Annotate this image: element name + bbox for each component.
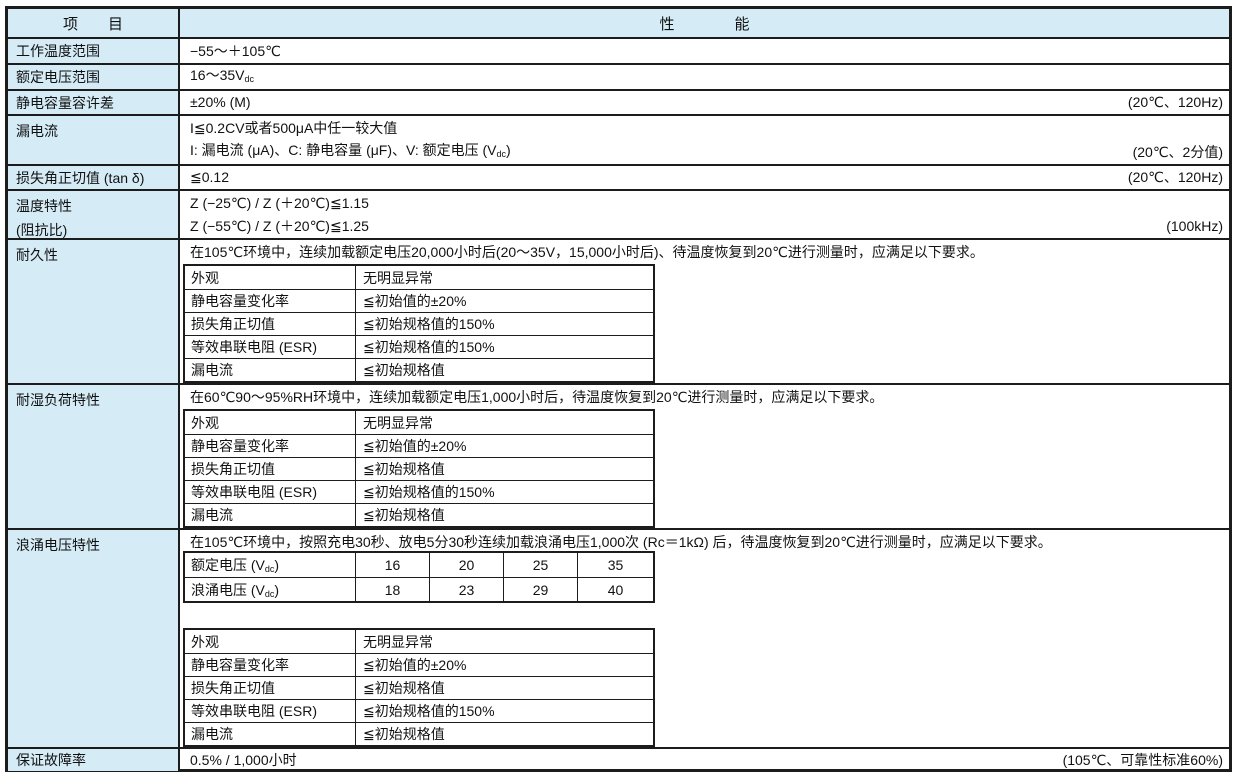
operating-temp-value: −55～＋105℃ [190,39,281,63]
cap-tolerance-value: ±20% (M) [190,91,251,114]
row-surge: 浪涌电压特性 在105℃环境中，按照充电30秒、放电5分30秒连续加载浪涌电压1… [8,528,1229,747]
rated-voltage-value: 25 [504,553,578,577]
criteria-item: 漏电流 [185,504,356,526]
surge-criteria-table: 外观无明显异常 静电容量变化率≦初始值的±20% 损失角正切值≦初始规格值 等效… [183,628,655,747]
cap-tolerance-condition: (20℃、120Hz) [1128,91,1223,114]
criteria-value: ≦初始规格值 [356,458,653,480]
durability-conditions: 在105℃环境中，连续加载额定电压20,000小时后(20～35V，15,000… [180,240,1229,264]
durability-label: 耐久性 [8,240,180,383]
criteria-item: 静电容量变化率 [185,290,356,312]
cap-tolerance-label: 静电容量容许差 [8,91,180,114]
leakage-label: 漏电流 [8,116,180,164]
criteria-item: 损失角正切值 [185,313,356,335]
criteria-item: 外观 [185,266,356,289]
row-rated-voltage: 额定电压范围 16～35Vdc [8,63,1229,89]
rated-voltage-value: 16 [356,553,430,577]
criteria-item: 损失角正切值 [185,677,356,699]
row-durability: 耐久性 在105℃环境中，连续加载额定电压20,000小时后(20～35V，15… [8,238,1229,383]
failure-rate-value: 0.5% / 1,000小时 [190,749,297,771]
surge-spacer [180,603,1229,628]
humidity-criteria-table: 外观无明显异常 静电容量变化率≦初始值的±20% 损失角正切值≦初始规格值 等效… [183,409,655,528]
row-leakage-current: 漏电流 I≦0.2CV或者500μA中任一较大值 I: 漏电流 (μA)、C: … [8,114,1229,164]
surge-voltage-value: 23 [430,578,504,601]
criteria-item: 漏电流 [185,359,356,381]
surge-voltage-value: 18 [356,578,430,601]
criteria-item: 等效串联电阻 (ESR) [185,336,356,358]
criteria-value: ≦初始规格值 [356,504,653,526]
tangent-condition: (20℃、120Hz) [1128,166,1223,189]
criteria-item: 等效串联电阻 (ESR) [185,700,356,722]
criteria-item: 漏电流 [185,723,356,745]
criteria-value: ≦初始规格值的150% [356,481,653,503]
surge-label: 浪涌电压特性 [8,530,180,747]
criteria-value: ≦初始规格值的150% [356,700,653,722]
surge-voltage-value: 29 [504,578,578,601]
criteria-value: 无明显异常 [356,411,653,434]
humidity-conditions: 在60℃90～95%RH环境中，连续加载额定电压1,000小时后，待温度恢复到2… [180,385,1229,409]
leakage-legend: I: 漏电流 (μA)、C: 静电容量 (μF)、V: 额定电压 (Vdc) [190,139,511,164]
criteria-item: 等效串联电阻 (ESR) [185,481,356,503]
temperature-z55: Z (−55℃) / Z (＋20℃)≦1.25 [190,215,369,238]
row-temperature: 温度特性(阻抗比) Z (−25℃) / Z (＋20℃)≦1.15 Z (−5… [8,189,1229,238]
temperature-label: 温度特性(阻抗比) [8,191,180,238]
rated-voltage-value: 16～35Vdc [190,63,254,89]
rated-voltage-value: 35 [578,553,653,577]
criteria-item: 外观 [185,411,356,434]
failure-rate-label: 保证故障率 [8,749,180,771]
rated-voltage-label: 额定电压范围 [8,65,180,89]
criteria-value: 无明显异常 [356,630,653,653]
leakage-formula: I≦0.2CV或者500μA中任一较大值 [190,116,397,141]
temperature-z25: Z (−25℃) / Z (＋20℃)≦1.15 [190,191,369,215]
table-header-row: 项 目 性 能 [8,9,1229,37]
durability-criteria-table: 外观无明显异常 静电容量变化率≦初始值的±20% 损失角正切值≦初始规格值的15… [183,264,655,383]
row-operating-temp: 工作温度范围 −55～＋105℃ [8,37,1229,63]
surge-conditions: 在105℃环境中，按照充电30秒、放电5分30秒连续加载浪涌电压1,000次 (… [180,530,1229,551]
spec-table: 项 目 性 能 工作温度范围 −55～＋105℃ 额定电压范围 16～35Vdc… [5,6,1232,772]
surge-voltage-value: 40 [578,578,653,601]
rated-voltage-value: 20 [430,553,504,577]
criteria-value: ≦初始值的±20% [356,654,653,676]
criteria-item: 外观 [185,630,356,653]
criteria-value: ≦初始规格值的150% [356,336,653,358]
surge-voltage-row: 浪涌电压 (Vdc) 18 23 29 40 [185,577,653,601]
surge-voltage-table: 额定电压 (Vdc) 16 20 25 35 浪涌电压 (Vdc) 18 23 … [183,551,655,603]
criteria-value: ≦初始值的±20% [356,435,653,457]
temperature-condition: (100kHz) [1166,215,1223,238]
failure-rate-condition: (105℃、可靠性标准60%) [1063,749,1223,771]
criteria-value: ≦初始规格值 [356,677,653,699]
row-failure-rate: 保证故障率 0.5% / 1,000小时 (105℃、可靠性标准60%) [8,747,1229,771]
criteria-item: 损失角正切值 [185,458,356,480]
criteria-value: ≦初始规格值的150% [356,313,653,335]
header-performance: 性 能 [180,9,1229,37]
row-tangent: 损失角正切值 (tan δ) ≦0.12 (20℃、120Hz) [8,164,1229,189]
header-item: 项 目 [8,9,180,37]
operating-temp-label: 工作温度范围 [8,39,180,63]
criteria-value: ≦初始值的±20% [356,290,653,312]
criteria-value: ≦初始规格值 [356,723,653,745]
humidity-label: 耐湿负荷特性 [8,385,180,528]
criteria-item: 静电容量变化率 [185,435,356,457]
criteria-value: ≦初始规格值 [356,359,653,381]
tangent-label: 损失角正切值 (tan δ) [8,166,180,189]
row-cap-tolerance: 静电容量容许差 ±20% (M) (20℃、120Hz) [8,89,1229,114]
surge-voltage-row-label: 浪涌电压 (Vdc) [185,578,356,601]
leakage-condition: (20℃、2分值) [1133,141,1223,164]
criteria-item: 静电容量变化率 [185,654,356,676]
rated-voltage-row-label: 额定电压 (Vdc) [185,553,356,577]
row-humidity: 耐湿负荷特性 在60℃90～95%RH环境中，连续加载额定电压1,000小时后，… [8,383,1229,528]
tangent-value: ≦0.12 [190,166,229,189]
rated-voltage-row: 额定电压 (Vdc) 16 20 25 35 [185,553,653,577]
criteria-value: 无明显异常 [356,266,653,289]
